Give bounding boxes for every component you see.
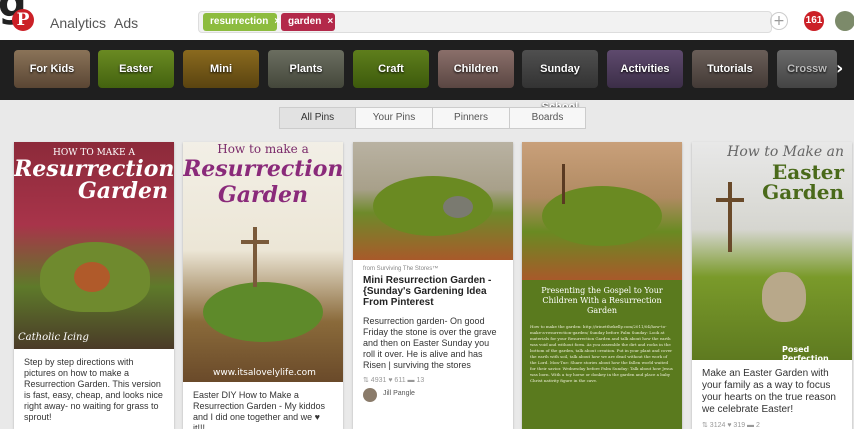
close-icon[interactable]: × bbox=[274, 16, 280, 27]
category-craft[interactable]: Craft bbox=[353, 50, 429, 88]
cross-shape bbox=[241, 240, 269, 244]
pin-description: Step by step directions with pictures on… bbox=[24, 357, 163, 422]
category-crosswords[interactable]: Crossw bbox=[777, 50, 837, 88]
pinner-row[interactable]: Jill Pangle bbox=[353, 384, 513, 402]
category-tutorials[interactable]: Tutorials bbox=[692, 50, 768, 88]
category-mini[interactable]: Mini bbox=[183, 50, 259, 88]
top-bar: g P Analytics Ads resurrection× garden× … bbox=[0, 0, 854, 40]
pin-card[interactable]: Presenting the Gospel to Your Children W… bbox=[522, 142, 682, 429]
tab-boards[interactable]: Boards bbox=[509, 107, 586, 129]
notification-badge[interactable]: 161 bbox=[804, 11, 824, 31]
cross-shape bbox=[716, 198, 744, 202]
tab-pinners[interactable]: Pinners bbox=[432, 107, 510, 129]
pinner-name[interactable]: Jill Pangle bbox=[383, 390, 415, 397]
pin-image[interactable]: HOW TO MAKE A Resurrection Garden Cathol… bbox=[14, 142, 174, 349]
pin-card[interactable]: How to make a Resurrection Garden www.it… bbox=[183, 142, 343, 429]
pin-title[interactable]: Mini Resurrection Garden - {Sunday's Gar… bbox=[353, 272, 513, 308]
pin-image-text: How to make a bbox=[217, 142, 309, 156]
nav-ads[interactable]: Ads bbox=[114, 15, 138, 31]
cross-shape bbox=[728, 182, 732, 252]
search-input[interactable]: resurrection × garden × bbox=[198, 11, 772, 33]
pin-image-text: Resurrection bbox=[183, 156, 343, 182]
garden-shape bbox=[203, 282, 323, 342]
category-bar: For Kids Easter Mini Plants Craft Childr… bbox=[0, 40, 854, 113]
pin-image-text: How to Make an bbox=[727, 144, 844, 160]
pinner-avatar[interactable] bbox=[363, 388, 377, 402]
pin-description: Resurrection garden- On good Friday the … bbox=[363, 316, 497, 370]
pin-image-credit: www.itsalovelylife.com bbox=[213, 368, 316, 378]
pin-description: Easter DIY How to Make a Resurrection Ga… bbox=[193, 390, 326, 429]
pin-image[interactable]: How to Make an Easter Garden Posed Perfe… bbox=[692, 142, 852, 360]
avatar[interactable] bbox=[835, 11, 854, 31]
search-chip-garden[interactable]: garden × bbox=[281, 13, 335, 31]
chip-label: resurrection bbox=[210, 16, 269, 27]
pin-stats: ⇅ 3124 ♥ 319 ▬ 2 bbox=[702, 422, 760, 429]
pin-description: Make an Easter Garden with your family a… bbox=[702, 368, 836, 415]
category-for-kids[interactable]: For Kids bbox=[14, 50, 90, 88]
pin-image-heading: Presenting the Gospel to Your Children W… bbox=[541, 286, 663, 315]
pin-image-text: Garden bbox=[77, 178, 168, 204]
category-easter[interactable]: Easter bbox=[98, 50, 174, 88]
garden-shape bbox=[542, 186, 662, 246]
pin-source[interactable]: from Surviving The Stores™ bbox=[353, 260, 513, 272]
pin-card[interactable]: from Surviving The Stores™ Mini Resurrec… bbox=[353, 142, 513, 429]
pin-image[interactable] bbox=[353, 142, 513, 260]
chip-label: garden bbox=[288, 16, 322, 27]
category-plants[interactable]: Plants bbox=[268, 50, 344, 88]
pin-image-body: How to make the garden: http://trinetthe… bbox=[530, 324, 673, 383]
category-activities[interactable]: Activities bbox=[607, 50, 683, 88]
pin-card[interactable]: HOW TO MAKE A Resurrection Garden Cathol… bbox=[14, 142, 174, 429]
pin-image-credit: Catholic Icing bbox=[18, 332, 89, 343]
pot-shape bbox=[74, 262, 110, 292]
search-chip-resurrection[interactable]: resurrection × bbox=[203, 13, 280, 31]
cross-shape bbox=[562, 164, 565, 204]
tab-all-pins[interactable]: All Pins bbox=[279, 107, 356, 129]
pinterest-logo-icon[interactable]: P bbox=[12, 9, 34, 31]
close-icon[interactable]: × bbox=[327, 16, 333, 27]
category-sunday-school[interactable]: Sunday School bbox=[522, 50, 598, 113]
cross-shape bbox=[253, 227, 257, 287]
stone-shape bbox=[443, 196, 473, 218]
pin-image-text: Garden bbox=[217, 182, 308, 208]
tab-your-pins[interactable]: Your Pins bbox=[355, 107, 433, 129]
filter-tabs: All Pins Your Pins Pinners Boards bbox=[279, 107, 586, 129]
chevron-right-icon[interactable]: › bbox=[836, 58, 843, 79]
garden-shape bbox=[373, 176, 493, 236]
category-children[interactable]: Children bbox=[438, 50, 514, 88]
pin-image[interactable]: How to make a Resurrection Garden www.it… bbox=[183, 142, 343, 382]
pin-image-credit: Posed Perfection bbox=[782, 345, 829, 360]
nav-analytics[interactable]: Analytics bbox=[50, 15, 106, 31]
pin-stats: ⇅ 4931 ♥ 611 ▬ 13 bbox=[363, 377, 425, 384]
pin-card[interactable]: How to Make an Easter Garden Posed Perfe… bbox=[692, 142, 852, 429]
stone-shape bbox=[762, 272, 806, 322]
pin-image[interactable] bbox=[522, 142, 682, 280]
add-pin-button[interactable]: + bbox=[770, 12, 788, 30]
